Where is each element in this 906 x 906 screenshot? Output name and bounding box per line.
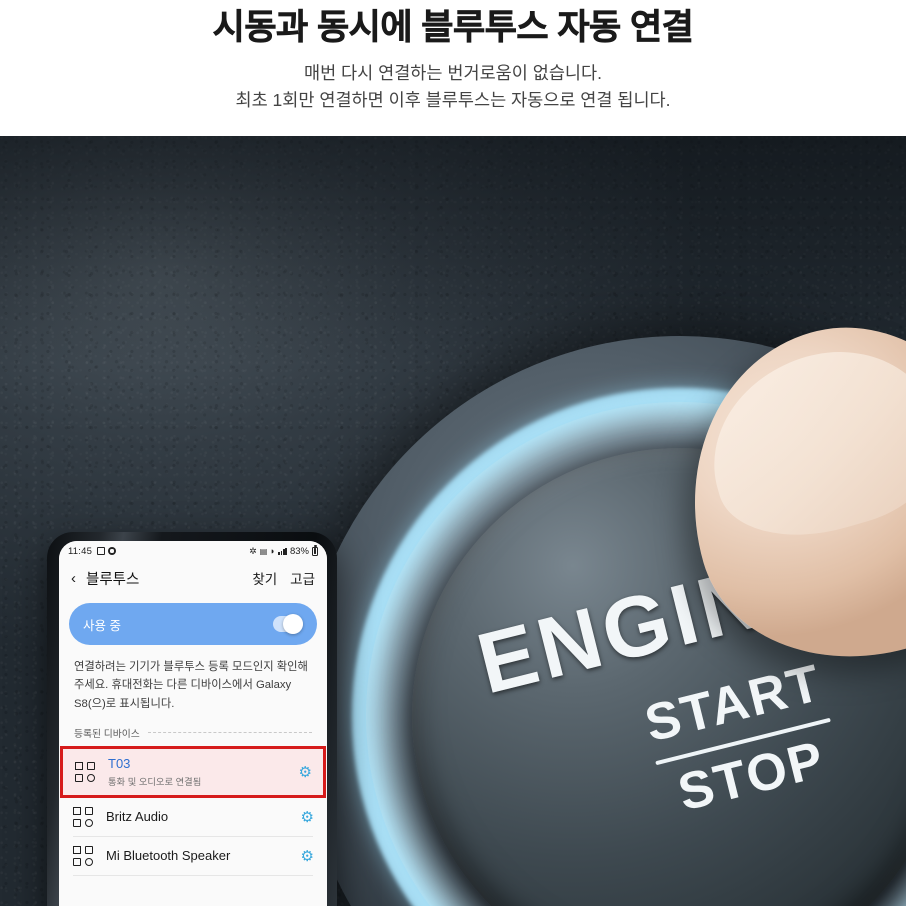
- list-divider: [73, 875, 313, 877]
- status-left-icons: [97, 547, 117, 555]
- bluetooth-device-icon: [75, 762, 95, 783]
- status-time: 11:45: [68, 545, 93, 557]
- navbar-actions: 찾기 고급: [252, 568, 315, 588]
- subtitle-line-1: 매번 다시 연결하는 번거로움이 없습니다.: [303, 62, 602, 83]
- battery-percent: 83%: [289, 545, 309, 557]
- product-photo: ENGINE START STOP 11:45 ✲ ▤ ◗ 83% ‹ 블루투스…: [0, 136, 906, 906]
- page-root: 시동과 동시에 블루투스 자동 연결 매번 다시 연결하는 번거로움이 없습니다…: [0, 0, 906, 906]
- paired-devices-header: 등록된 디바이스: [59, 724, 327, 746]
- page-subtitle: 매번 다시 연결하는 번거로움이 없습니다. 최초 1회만 연결하면 이후 블루…: [235, 60, 670, 114]
- device-text-group: Mi Bluetooth Speaker: [106, 848, 230, 864]
- status-bar: 11:45 ✲ ▤ ◗ 83%: [59, 541, 327, 561]
- device-name: Mi Bluetooth Speaker: [106, 848, 231, 864]
- bluetooth-toggle-switch[interactable]: [273, 614, 303, 634]
- bluetooth-toggle-row[interactable]: 사용 중: [69, 603, 317, 645]
- advanced-button[interactable]: 고급: [290, 568, 315, 588]
- back-icon[interactable]: ‹: [71, 571, 76, 586]
- alarm-icon: [97, 547, 106, 555]
- battery-icon: [312, 545, 318, 556]
- device-row-mi-bluetooth-speaker[interactable]: Mi Bluetooth Speaker ⚙: [59, 837, 327, 876]
- gear-icon[interactable]: ⚙: [301, 810, 314, 825]
- dashboard-shadow-overlay: [0, 136, 906, 366]
- bluetooth-device-icon: [73, 846, 93, 867]
- device-row-britz-audio[interactable]: Britz Audio ⚙: [59, 798, 327, 837]
- device-name: Britz Audio: [106, 809, 169, 825]
- smartphone-mockup: 11:45 ✲ ▤ ◗ 83% ‹ 블루투스 찾기 고급 사용 중 연결하려는 …: [47, 532, 337, 906]
- start-stop-label-group: START STOP: [639, 653, 846, 827]
- device-status: 통화 및 오디오로 연결됨: [108, 777, 202, 788]
- bluetooth-toggle-label: 사용 중: [83, 618, 121, 633]
- status-right-icons: ✲ ▤ ◗ 83%: [249, 545, 318, 557]
- phone-screen: 11:45 ✲ ▤ ◗ 83% ‹ 블루투스 찾기 고급 사용 중 연결하려는 …: [59, 541, 327, 906]
- paired-devices-label: 등록된 디바이스: [74, 728, 140, 740]
- subtitle-line-2: 최초 1회만 연결하면 이후 블루투스는 자동으로 연결 됩니다.: [235, 89, 671, 110]
- bluetooth-description: 연결하려는 기기가 블루투스 등록 모드인지 확인해 주세요. 휴대전화는 다른…: [74, 661, 308, 710]
- dnd-icon: [108, 547, 117, 555]
- nfc-icon: ▤: [259, 546, 268, 556]
- gear-icon[interactable]: ⚙: [301, 849, 314, 864]
- toggle-knob: [283, 614, 303, 634]
- device-text-group: Britz Audio: [106, 809, 168, 825]
- wifi-icon: ◗: [269, 546, 276, 556]
- signal-icon: [278, 547, 287, 555]
- header-banner: 시동과 동시에 블루투스 자동 연결 매번 다시 연결하는 번거로움이 없습니다…: [0, 0, 906, 136]
- device-text-group: T03 통화 및 오디오로 연결됨: [108, 756, 201, 788]
- page-title: 시동과 동시에 블루투스 자동 연결: [212, 8, 694, 48]
- paired-device-list: T03 통화 및 오디오로 연결됨 ⚙ Britz Audio ⚙ Mi Blu…: [59, 745, 327, 880]
- app-navbar: ‹ 블루투스 찾기 고급: [59, 561, 327, 595]
- gear-icon[interactable]: ⚙: [299, 765, 312, 780]
- screen-title: 블루투스: [86, 571, 140, 588]
- scan-button[interactable]: 찾기: [252, 568, 277, 588]
- header-divider: [147, 732, 312, 734]
- bluetooth-device-icon: [73, 807, 93, 828]
- device-name: T03: [108, 755, 131, 771]
- device-row-t03[interactable]: T03 통화 및 오디오로 연결됨 ⚙: [60, 745, 326, 799]
- bluetooth-icon: ✲: [249, 545, 257, 556]
